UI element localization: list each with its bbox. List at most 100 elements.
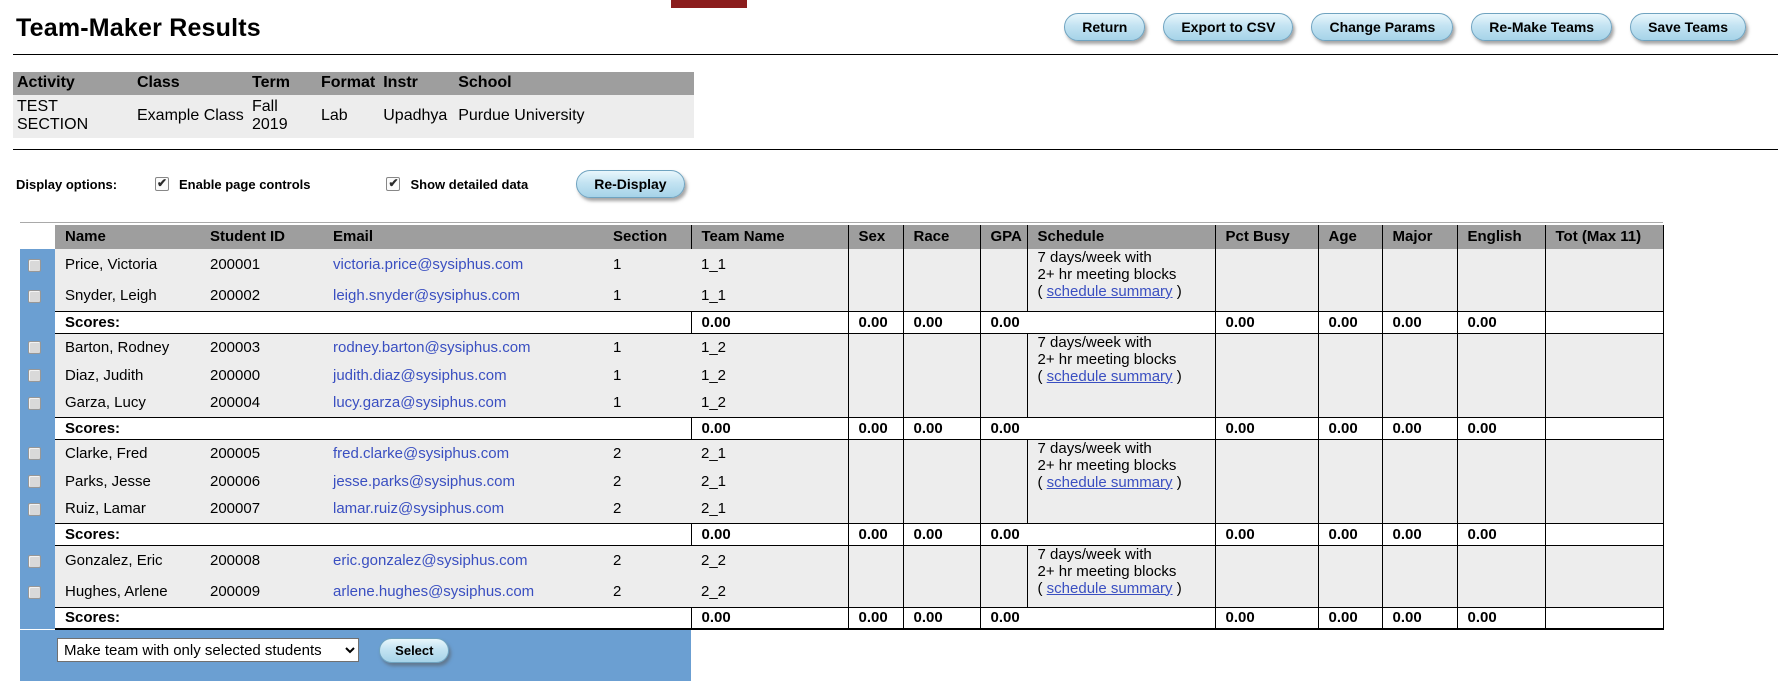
scores-label: Scores: [55,523,691,545]
member-age-cell [1318,249,1382,280]
change-params-button[interactable]: Change Params [1311,13,1453,41]
race-header: Race [903,225,980,249]
gpa-header: GPA [980,225,1027,249]
scores-english: 0.00 [1457,311,1545,333]
member-email-cell: lucy.garza@sysiphus.com [323,389,603,417]
member-checkbox-cell [20,333,55,361]
member-row: Hughes, Arlene200009arlene.hughes@sysiph… [20,576,1663,607]
member-section-cell: 2 [603,495,691,523]
member-email-cell: eric.gonzalez@sysiphus.com [323,545,603,576]
member-english-cell [1457,545,1545,576]
member-checkbox[interactable] [28,555,41,568]
member-checkbox-cell [20,467,55,495]
member-name-cell: Parks, Jesse [55,467,200,495]
results-header-row: Name Student ID Email Section Team Name … [20,225,1663,249]
member-email-link[interactable]: rodney.barton@sysiphus.com [333,339,531,356]
member-team-cell: 2_1 [691,439,848,467]
display-options-bar: Display options: Enable page controls Sh… [16,170,1792,198]
results-table: Name Student ID Email Section Team Name … [20,225,1664,681]
member-name-cell: Garza, Lucy [55,389,200,417]
member-age-cell [1318,545,1382,576]
member-race-cell [903,467,980,495]
term-header: Term [248,72,317,95]
show-detailed-data-label: Show detailed data [410,177,528,192]
scores-race: 0.00 [903,523,980,545]
member-tot-cell [1545,439,1663,467]
save-teams-button[interactable]: Save Teams [1630,13,1746,41]
format-value: Lab [317,95,379,138]
return-button[interactable]: Return [1064,13,1145,41]
team-schedule-cell: 7 days/week with2+ hr meeting blocks( sc… [1027,249,1215,311]
member-email-cell: jesse.parks@sysiphus.com [323,467,603,495]
pct-busy-header: Pct Busy [1215,225,1318,249]
enable-page-controls-checkbox[interactable] [155,177,169,191]
member-team-cell: 1_2 [691,361,848,389]
schedule-summary-link[interactable]: schedule summary [1047,580,1173,597]
member-checkbox[interactable] [28,397,41,410]
member-email-link[interactable]: lamar.ruiz@sysiphus.com [333,500,504,517]
schedule-summary-link[interactable]: schedule summary [1047,368,1173,385]
redisplay-button[interactable]: Re-Display [576,170,684,198]
member-english-cell [1457,467,1545,495]
member-checkbox[interactable] [28,586,41,599]
member-sex-cell [848,545,903,576]
member-major-cell [1382,576,1457,607]
member-checkbox[interactable] [28,503,41,516]
export-csv-button[interactable]: Export to CSV [1163,13,1293,41]
member-email-link[interactable]: lucy.garza@sysiphus.com [333,394,506,411]
scores-row: Scores:0.000.000.000.000.000.000.000.00 [20,311,1663,333]
member-email-link[interactable]: victoria.price@sysiphus.com [333,256,523,273]
member-age-cell [1318,576,1382,607]
scores-row: Scores:0.000.000.000.000.000.000.000.00 [20,607,1663,629]
member-name-cell: Clarke, Fred [55,439,200,467]
scores-age: 0.00 [1318,417,1382,439]
scores-race: 0.00 [903,311,980,333]
member-checkbox[interactable] [28,290,41,303]
schedule-summary-link[interactable]: schedule summary [1047,283,1173,300]
toolbar: Return Export to CSV Change Params Re-Ma… [1064,13,1746,41]
schedule-summary-link[interactable]: schedule summary [1047,474,1173,491]
member-checkbox[interactable] [28,475,41,488]
team-action-dropdown[interactable]: Make team with only selected students [57,638,359,662]
instr-header: Instr [379,72,454,95]
member-checkbox-cell [20,280,55,311]
member-pct-busy-cell [1215,545,1318,576]
member-email-link[interactable]: eric.gonzalez@sysiphus.com [333,552,527,569]
scores-checkbox-cell [20,607,55,629]
member-email-link[interactable]: arlene.hughes@sysiphus.com [333,583,534,600]
member-name-cell: Gonzalez, Eric [55,545,200,576]
show-detailed-data-checkbox[interactable] [386,177,400,191]
member-email-link[interactable]: leigh.snyder@sysiphus.com [333,287,520,304]
scores-team-name: 0.00 [691,311,848,333]
scores-sex: 0.00 [848,311,903,333]
member-email-link[interactable]: judith.diaz@sysiphus.com [333,367,507,384]
member-email-link[interactable]: fred.clarke@sysiphus.com [333,445,509,462]
scores-row: Scores:0.000.000.000.000.000.000.000.00 [20,523,1663,545]
member-checkbox[interactable] [28,341,41,354]
member-checkbox[interactable] [28,259,41,272]
scores-age: 0.00 [1318,607,1382,629]
member-age-cell [1318,439,1382,467]
member-team-cell: 2_2 [691,545,848,576]
member-row: Diaz, Judith200000judith.diaz@sysiphus.c… [20,361,1663,389]
member-checkbox[interactable] [28,447,41,460]
member-english-cell [1457,361,1545,389]
activity-table: Activity Class Term Format Instr School … [13,72,694,138]
member-checkbox[interactable] [28,369,41,382]
member-name-cell: Price, Victoria [55,249,200,280]
member-email-link[interactable]: jesse.parks@sysiphus.com [333,473,515,490]
scores-major: 0.00 [1382,311,1457,333]
scores-team-name: 0.00 [691,417,848,439]
school-value: Purdue University [454,95,694,138]
member-id-cell: 200005 [200,439,323,467]
select-button[interactable]: Select [379,638,449,663]
scores-major: 0.00 [1382,417,1457,439]
member-id-cell: 200001 [200,249,323,280]
member-checkbox-cell [20,249,55,280]
scores-tot [1545,607,1663,629]
activity-value: TEST SECTION [13,95,133,138]
remake-teams-button[interactable]: Re-Make Teams [1471,13,1612,41]
member-major-cell [1382,439,1457,467]
member-gpa-cell [980,249,1027,280]
member-age-cell [1318,389,1382,417]
